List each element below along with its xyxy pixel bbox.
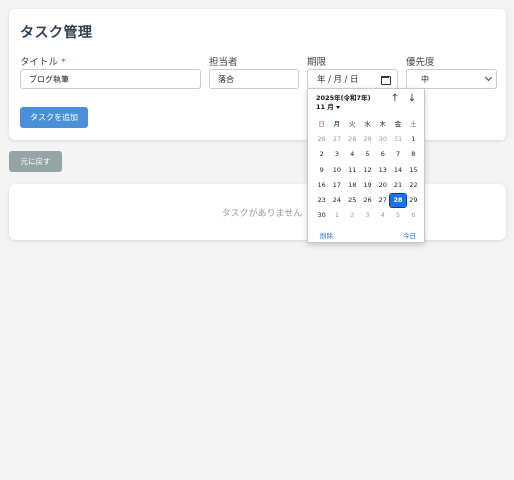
- calendar-day[interactable]: 26: [314, 133, 329, 146]
- calendar-day[interactable]: 4: [375, 209, 390, 222]
- date-picker-footer: 削除 今日: [320, 230, 416, 240]
- undo-button[interactable]: 元に戻す: [9, 151, 62, 172]
- calendar-day[interactable]: 9: [314, 164, 329, 177]
- weekday-label: 木: [379, 120, 387, 129]
- required-mark: *: [61, 57, 66, 68]
- calendar-day[interactable]: 24: [329, 194, 344, 207]
- calendar-day[interactable]: 29: [360, 133, 375, 146]
- month-year-selector[interactable]: 2025年(令和7年) 11 月: [316, 94, 378, 112]
- week-row: 9 10 11 12 13 14 15: [314, 163, 421, 178]
- calendar-day[interactable]: 23: [314, 194, 329, 207]
- weekday-label: 火: [348, 120, 356, 129]
- weekday-label: 土: [410, 120, 417, 129]
- previous-month-arrow-icon[interactable]: ↑: [389, 93, 401, 105]
- calendar-day[interactable]: 15: [406, 164, 421, 177]
- calendar-day[interactable]: 19: [360, 179, 375, 192]
- calendar-day[interactable]: 31: [390, 133, 405, 146]
- calendar-day[interactable]: 1: [406, 133, 421, 146]
- week-row: 16 17 18 19 20 21 22: [314, 178, 421, 193]
- calendar-day[interactable]: 18: [345, 179, 360, 192]
- page-title: タスク管理: [20, 25, 93, 41]
- priority-select-value: 中: [421, 74, 429, 84]
- calendar-day[interactable]: 3: [329, 148, 344, 161]
- deadline-date-input[interactable]: 年 / 月 / 日: [307, 69, 398, 89]
- weekday-header-row: 日 月 火 水 木 金 土: [314, 117, 421, 132]
- weekday-label: 金: [394, 120, 402, 129]
- calendar-day[interactable]: 8: [406, 148, 421, 161]
- calendar-day[interactable]: 27: [375, 194, 390, 207]
- assignee-input[interactable]: 落合: [209, 69, 299, 89]
- calendar-day[interactable]: 10: [329, 164, 344, 177]
- next-month-arrow-icon[interactable]: ↓: [406, 93, 418, 105]
- priority-select[interactable]: 中: [406, 69, 497, 89]
- clear-date-button[interactable]: 削除: [320, 230, 333, 240]
- deadline-year-segment[interactable]: 年: [317, 75, 326, 85]
- weekday-label: 日: [318, 120, 325, 129]
- title-input-value: ブログ執筆: [29, 74, 69, 84]
- deadline-month-segment[interactable]: 月: [333, 75, 342, 85]
- weekday-label: 月: [333, 120, 341, 129]
- calendar-day[interactable]: 5: [390, 209, 405, 222]
- calendar-day[interactable]: 16: [314, 179, 329, 192]
- assignee-input-value: 落合: [218, 74, 234, 84]
- weekday-label: 水: [364, 120, 371, 129]
- calendar-day[interactable]: 4: [345, 148, 360, 161]
- calendar-day[interactable]: 6: [406, 209, 421, 222]
- calendar-day[interactable]: 30: [314, 209, 329, 222]
- calendar-day[interactable]: 21: [390, 179, 405, 192]
- calendar-day[interactable]: 17: [329, 179, 344, 192]
- calendar-day[interactable]: 13: [375, 164, 390, 177]
- today-button[interactable]: 今日: [403, 230, 416, 240]
- week-row: 26 27 28 29 30 31 1: [314, 132, 421, 147]
- calendar-day[interactable]: 6: [375, 148, 390, 161]
- empty-task-message: タスクがありません: [221, 209, 303, 219]
- month-year-label: 2025年(令和7年) 11 月: [316, 94, 371, 111]
- calendar-day[interactable]: 30: [375, 133, 390, 146]
- assignee-label: 担当者: [209, 57, 238, 68]
- deadline-separator: /: [328, 75, 331, 85]
- deadline-segments[interactable]: 年 / 月 / 日: [317, 73, 358, 85]
- calendar-grid: 日 月 火 水 木 金 土 26 27 28 29 30 31 1 2 3 4 …: [314, 117, 421, 223]
- caret-down-icon: [335, 105, 340, 109]
- calendar-day[interactable]: 11: [345, 164, 360, 177]
- title-label-text: タイトル: [20, 57, 59, 68]
- deadline-day-segment[interactable]: 日: [350, 75, 359, 85]
- chevron-down-icon: [484, 73, 493, 82]
- calendar-day[interactable]: 20: [375, 179, 390, 192]
- date-picker-popup: 2025年(令和7年) 11 月 ↑ ↓ 日 月 火 水 木 金 土 26 27…: [307, 88, 425, 243]
- priority-label: 優先度: [406, 57, 435, 68]
- calendar-icon[interactable]: [380, 74, 391, 85]
- calendar-day[interactable]: 3: [360, 209, 375, 222]
- calendar-day-selected[interactable]: 28: [389, 193, 407, 209]
- calendar-day[interactable]: 14: [390, 164, 405, 177]
- calendar-day[interactable]: 5: [360, 148, 375, 161]
- deadline-separator: /: [344, 75, 348, 85]
- week-row: 23 24 25 26 27 28 29: [314, 193, 421, 209]
- deadline-label: 期限: [307, 57, 327, 68]
- calendar-day[interactable]: 1: [329, 209, 344, 222]
- calendar-day[interactable]: 7: [390, 148, 405, 161]
- week-row: 2 3 4 5 6 7 8: [314, 147, 421, 162]
- calendar-day[interactable]: 27: [329, 133, 344, 146]
- calendar-day[interactable]: 25: [345, 194, 360, 207]
- week-row: 30 1 2 3 4 5 6: [314, 208, 421, 223]
- calendar-day[interactable]: 22: [406, 179, 421, 192]
- calendar-day[interactable]: 2: [345, 209, 360, 222]
- add-task-button[interactable]: タスクを追加: [20, 107, 88, 128]
- calendar-day[interactable]: 28: [345, 133, 360, 146]
- title-input[interactable]: ブログ執筆: [20, 69, 201, 89]
- calendar-day[interactable]: 29: [406, 194, 421, 207]
- title-label: タイトル *: [20, 54, 66, 68]
- calendar-day[interactable]: 2: [314, 148, 329, 161]
- calendar-day[interactable]: 26: [360, 194, 375, 207]
- calendar-day[interactable]: 12: [360, 164, 375, 177]
